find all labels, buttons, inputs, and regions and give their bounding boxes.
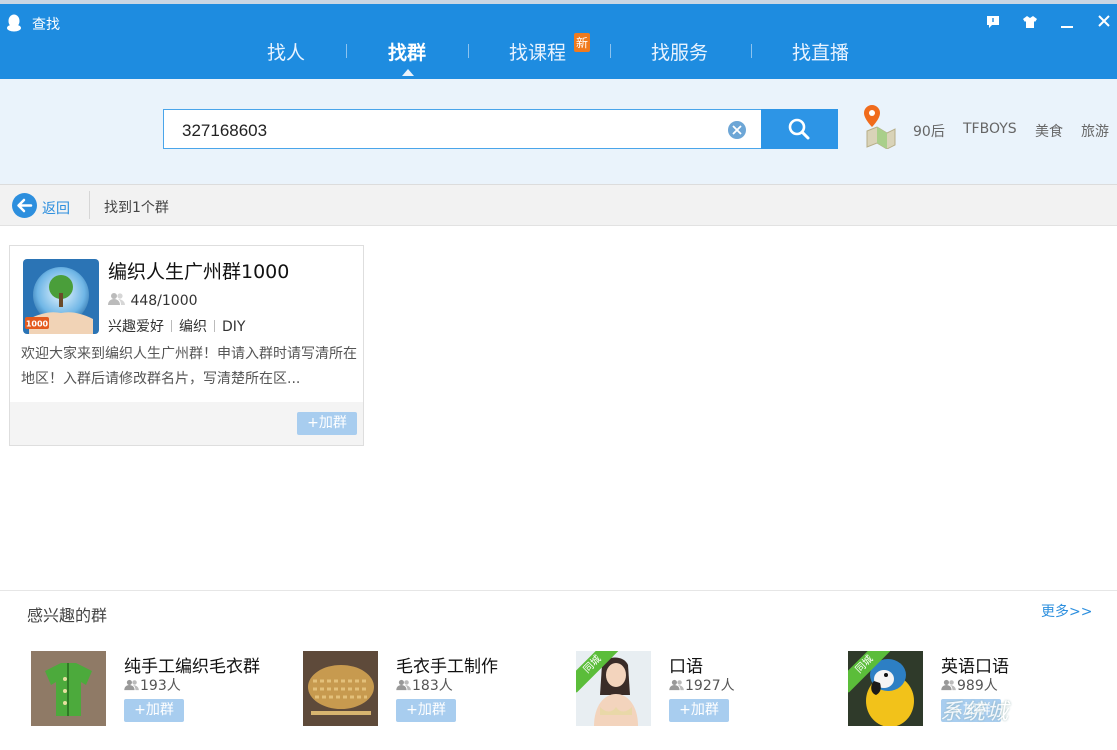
recommended-group-count: 183人 bbox=[396, 675, 453, 695]
window-title: 查找 bbox=[32, 17, 60, 33]
people-icon bbox=[396, 679, 411, 691]
recommended-group-item[interactable]: 毛衣手工制作 183人 +加群 bbox=[303, 651, 573, 731]
group-tags: 兴趣爱好 编织 DIY bbox=[108, 316, 245, 336]
recommended-group-name[interactable]: 毛衣手工制作 bbox=[396, 652, 498, 677]
tab-find-service[interactable]: 找服务 bbox=[651, 38, 708, 65]
recommended-group-count: 989人 bbox=[941, 675, 998, 695]
close-button[interactable] bbox=[1095, 14, 1113, 32]
close-icon bbox=[1098, 15, 1110, 27]
hot-tag-travel[interactable]: 旅游 bbox=[1081, 121, 1109, 141]
count-text: 193人 bbox=[140, 678, 181, 694]
count-text: 183人 bbox=[412, 678, 453, 694]
recommended-group-avatar: 同城 bbox=[576, 651, 651, 726]
join-group-button[interactable]: +加群 bbox=[669, 699, 729, 722]
more-link[interactable]: 更多>> bbox=[1041, 601, 1092, 621]
join-group-button[interactable]: +加群 bbox=[396, 699, 456, 722]
group-description: 欢迎大家来到编织人生广州群！申请入群时请写清所在地区！入群后请修改群名片，写清楚… bbox=[21, 346, 357, 387]
tag-item: 兴趣爱好 bbox=[108, 319, 164, 335]
people-icon bbox=[941, 679, 956, 691]
tag-divider bbox=[171, 320, 172, 332]
count-text: 1927人 bbox=[685, 678, 735, 694]
recommended-group-count: 1927人 bbox=[669, 675, 735, 695]
watermark: 系统城 bbox=[940, 700, 1010, 725]
join-group-button[interactable]: +加群 bbox=[297, 412, 357, 435]
tab-find-people[interactable]: 找人 bbox=[267, 38, 305, 65]
group-result-card[interactable]: 1000 编织人生广州群1000 448/1000 兴趣爱好 编织 DIY 欢迎大家… bbox=[9, 245, 364, 446]
hot-tag-tfboys[interactable]: TFBOYS bbox=[963, 121, 1017, 137]
people-icon bbox=[669, 679, 684, 691]
count-text: 989人 bbox=[957, 678, 998, 694]
hot-tag-food[interactable]: 美食 bbox=[1035, 121, 1063, 141]
qq-logo-icon bbox=[7, 14, 21, 32]
recommended-group-avatar: 同城 bbox=[848, 651, 923, 726]
search-icon bbox=[788, 118, 810, 140]
tab-find-group[interactable]: 找群 bbox=[388, 38, 426, 65]
feedback-button[interactable] bbox=[984, 14, 1002, 32]
result-bar: 返回 找到1个群 bbox=[0, 184, 1117, 226]
people-icon bbox=[124, 679, 139, 691]
minimize-icon bbox=[1061, 26, 1073, 28]
search-input[interactable] bbox=[180, 118, 714, 144]
skin-button[interactable] bbox=[1021, 14, 1039, 32]
group-name[interactable]: 编织人生广州群1000 bbox=[108, 257, 289, 284]
group-avatar: 1000 bbox=[23, 259, 99, 334]
member-count-text: 448/1000 bbox=[130, 293, 198, 309]
recommended-group-name[interactable]: 口语 bbox=[669, 652, 703, 677]
recommended-group-item[interactable]: 同城 口语 1927人 +加群 bbox=[576, 651, 846, 731]
recommended-group-avatar bbox=[31, 651, 106, 726]
tab-divider bbox=[468, 44, 469, 58]
clear-search-button[interactable] bbox=[728, 121, 746, 139]
join-group-button[interactable]: +加群 bbox=[124, 699, 184, 722]
recommended-group-name[interactable]: 纯手工编织毛衣群 bbox=[124, 652, 260, 677]
people-icon bbox=[108, 293, 125, 305]
recommended-group-count: 193人 bbox=[124, 675, 181, 695]
back-arrow-icon bbox=[12, 193, 37, 218]
section-title: 感兴趣的群 bbox=[27, 606, 108, 625]
group-level-badge: 1000 bbox=[26, 320, 49, 329]
clear-icon bbox=[732, 125, 742, 135]
back-label: 返回 bbox=[42, 201, 70, 217]
nav-tabs: 找人 找群 找课程 找服务 找直播 bbox=[0, 34, 1117, 79]
tab-divider bbox=[346, 44, 347, 58]
recommended-group-item[interactable]: 纯手工编织毛衣群 193人 +加群 bbox=[31, 651, 301, 731]
new-badge: 新 bbox=[574, 33, 591, 52]
group-member-count: 448/1000 bbox=[108, 292, 198, 309]
divider bbox=[89, 191, 90, 219]
chat-bubble-icon bbox=[987, 16, 999, 28]
active-tab-indicator bbox=[402, 69, 414, 76]
tab-find-live[interactable]: 找直播 bbox=[792, 38, 849, 65]
result-count: 找到1个群 bbox=[104, 200, 169, 216]
tag-item: 编织 bbox=[179, 319, 207, 335]
tag-item: DIY bbox=[222, 319, 246, 335]
header-bar: 查找 找人 找群 找课程 找服务 找直播 bbox=[0, 4, 1117, 79]
tag-divider bbox=[214, 320, 215, 332]
recommended-groups: 感兴趣的群 更多>> 纯手工编织毛衣群 193人 +加群 毛衣手工制作 183人… bbox=[0, 590, 1117, 750]
result-area: 1000 编织人生广州群1000 448/1000 兴趣爱好 编织 DIY 欢迎大家… bbox=[0, 226, 1117, 590]
tab-divider bbox=[751, 44, 752, 58]
minimize-button[interactable] bbox=[1058, 14, 1076, 32]
shirt-icon bbox=[1023, 16, 1037, 28]
search-zone: 90后 TFBOYS 美食 旅游 bbox=[0, 79, 1117, 184]
tab-find-course[interactable]: 找课程 bbox=[509, 38, 566, 65]
location-pin-icon[interactable] bbox=[861, 101, 897, 149]
tab-divider bbox=[610, 44, 611, 58]
recommended-group-avatar bbox=[303, 651, 378, 726]
search-box bbox=[163, 109, 761, 149]
search-button[interactable] bbox=[761, 109, 838, 149]
recommended-group-name[interactable]: 英语口语 bbox=[941, 652, 1009, 677]
hot-tag-90s[interactable]: 90后 bbox=[913, 121, 945, 141]
